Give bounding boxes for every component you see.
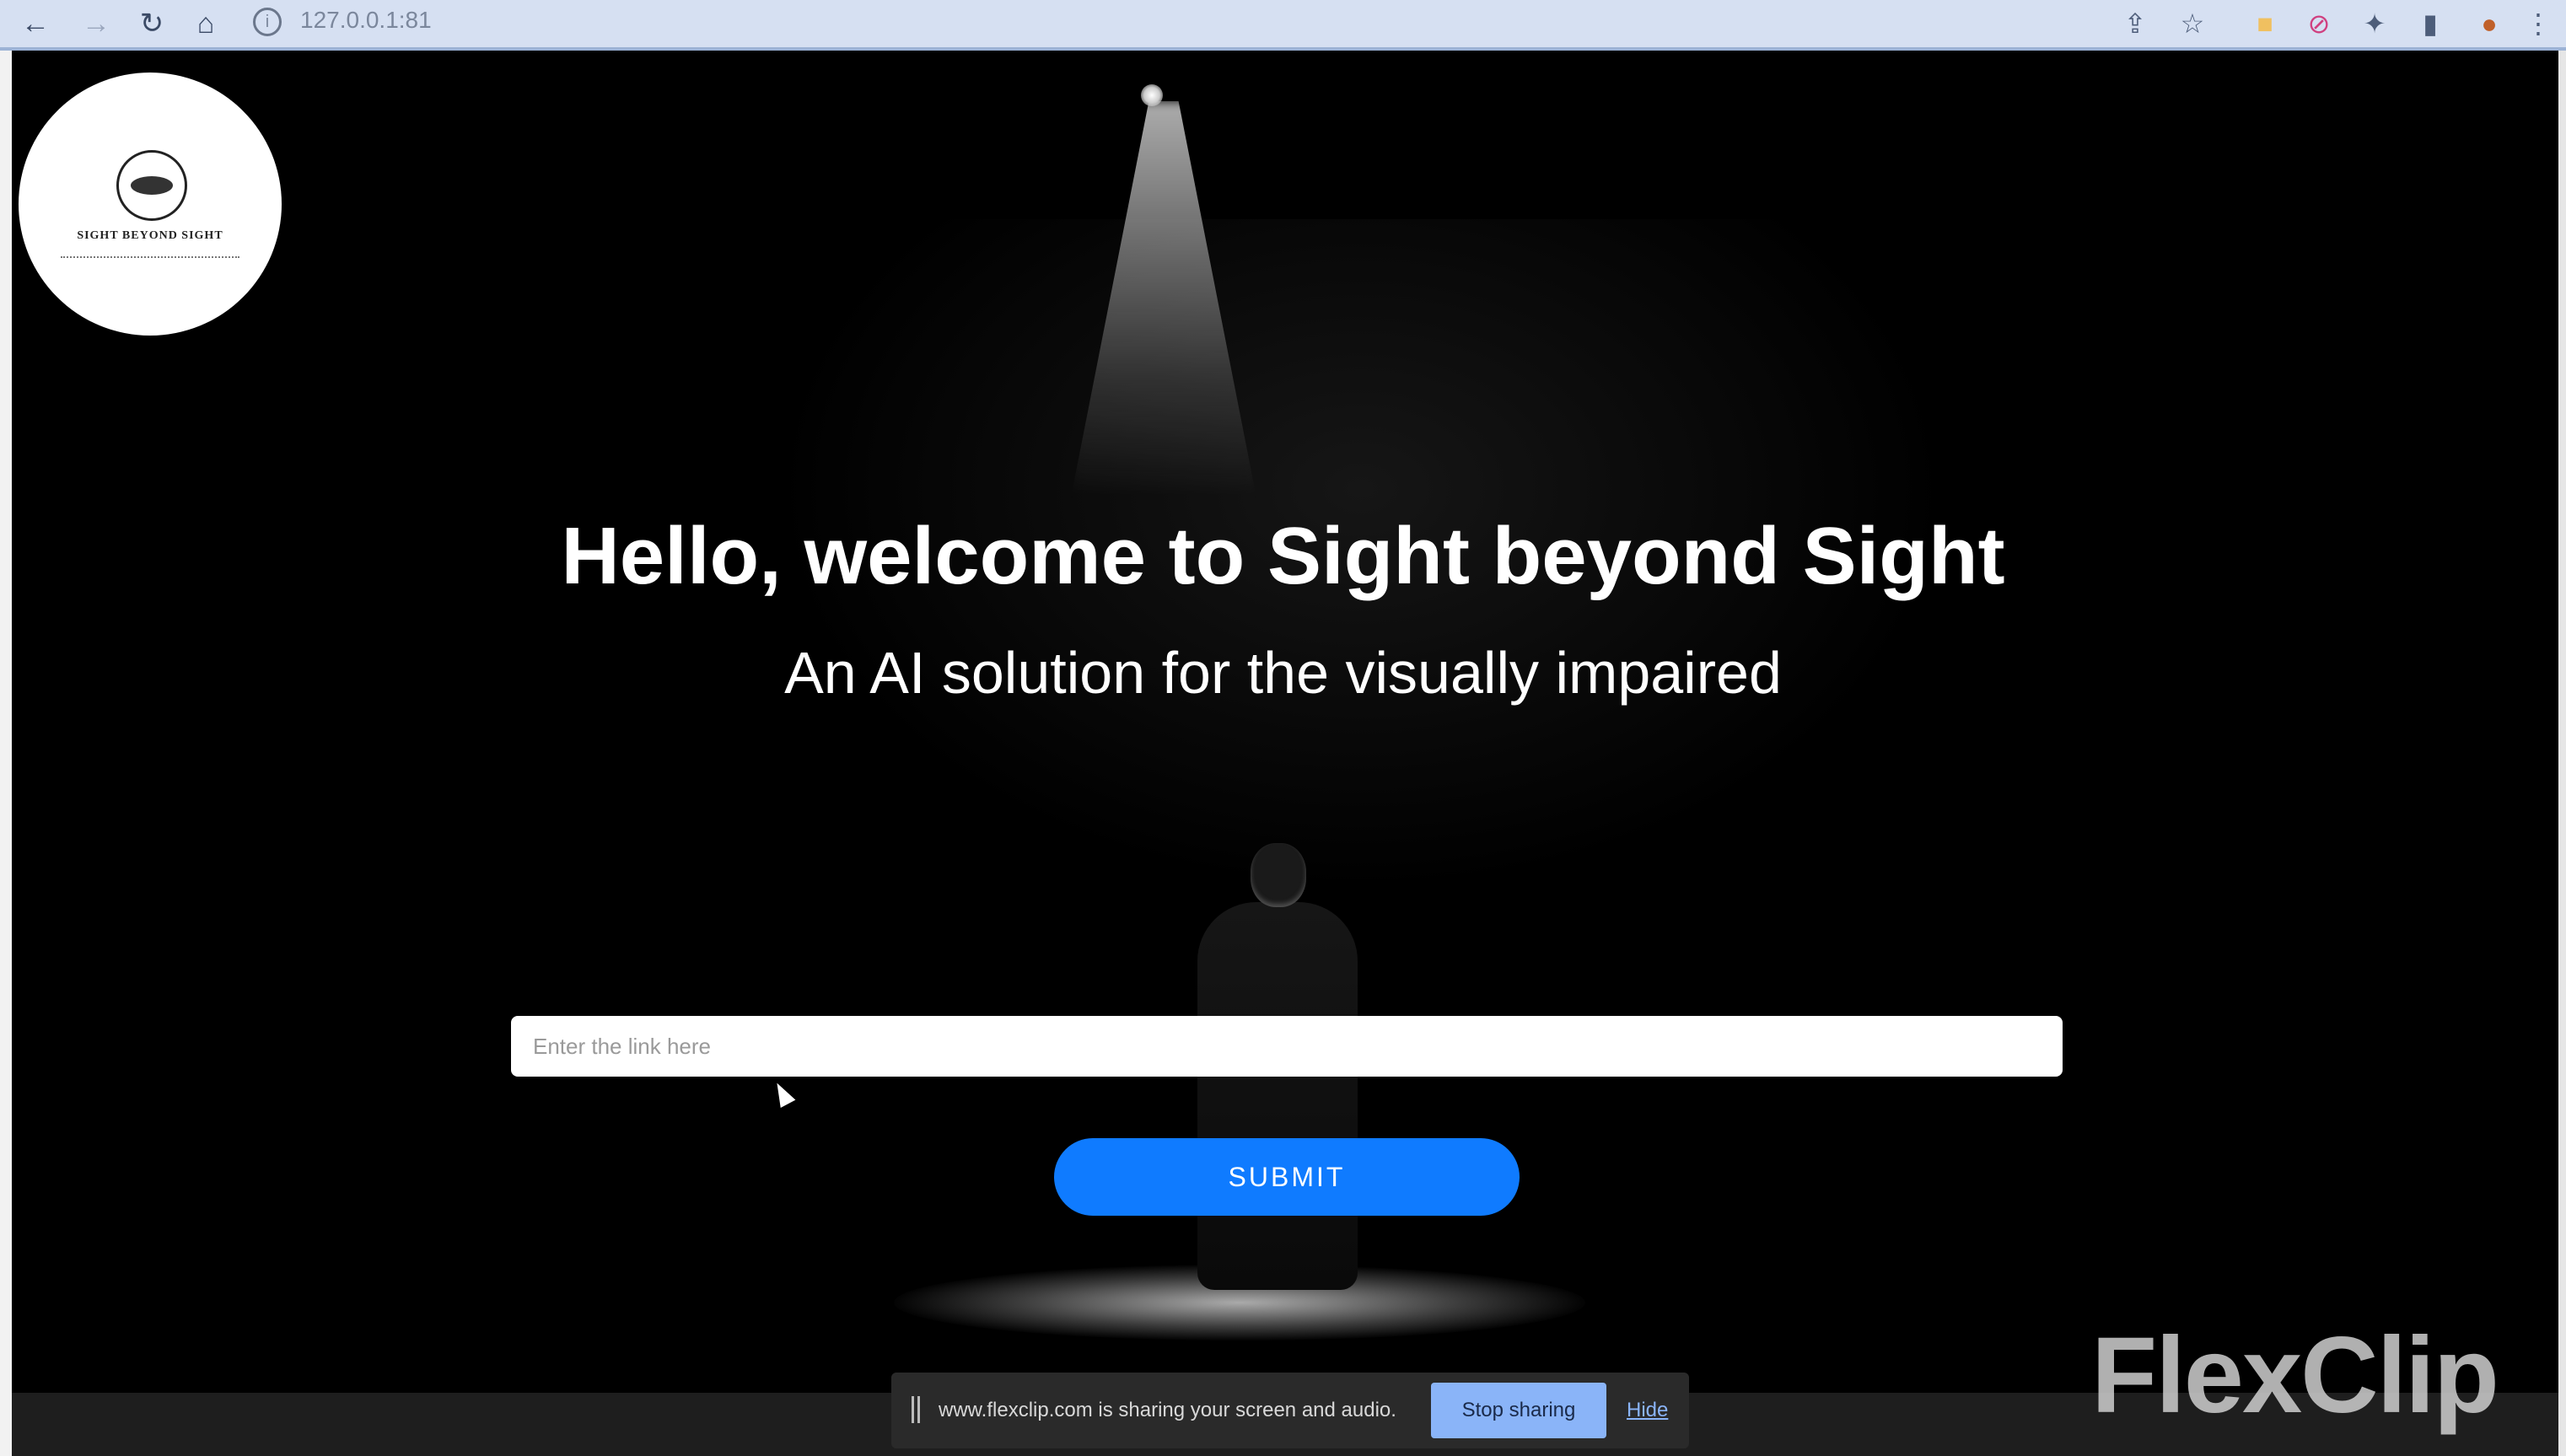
share-message: www.flexclip.com is sharing your screen … <box>939 1399 1396 1421</box>
stop-sharing-button[interactable]: Stop sharing <box>1431 1383 1606 1438</box>
site-logo[interactable]: SIGHT BEYOND SIGHT <box>19 73 282 336</box>
logo-divider <box>61 256 239 261</box>
link-input[interactable] <box>511 1016 2063 1077</box>
address-text: 127.0.0.1:81 <box>300 7 432 33</box>
spotlight-lamp <box>1141 84 1163 106</box>
drag-handle-icon[interactable] <box>912 1396 920 1423</box>
logo-text: SIGHT BEYOND SIGHT <box>77 229 223 242</box>
puzzle-icon[interactable]: ✦ <box>2358 7 2391 40</box>
screen-share-bar: www.flexclip.com is sharing your screen … <box>891 1373 1689 1448</box>
menu-kebab-icon[interactable]: ⋮ <box>2521 7 2555 40</box>
block-extension-icon[interactable]: ⊘ <box>2302 7 2336 40</box>
silhouette-head <box>1251 843 1306 907</box>
page-title: Hello, welcome to Sight beyond Sight <box>561 511 2005 601</box>
home-icon[interactable]: ⌂ <box>187 5 224 42</box>
silhouette-body <box>1197 902 1358 1290</box>
address-bar[interactable]: i 127.0.0.1:81 <box>253 3 432 37</box>
eye-icon <box>116 150 187 221</box>
submit-button[interactable]: SUBMIT <box>1054 1138 1520 1216</box>
extension-icon[interactable]: ■ <box>2248 7 2282 40</box>
window-edge-left <box>0 51 12 1456</box>
browser-toolbar: ← → ↻ ⌂ i 127.0.0.1:81 ⇪ ☆ ■ ⊘ ✦ ▮ ● ⋮ <box>0 0 2566 51</box>
profile-avatar[interactable]: ● <box>2472 7 2506 40</box>
bookmark-star-icon[interactable]: ☆ <box>2176 7 2209 40</box>
side-panel-icon[interactable]: ▮ <box>2413 7 2447 40</box>
site-info-icon[interactable]: i <box>253 7 282 36</box>
hide-link[interactable]: Hide <box>1627 1373 1668 1448</box>
back-icon[interactable]: ← <box>17 5 54 42</box>
share-icon[interactable]: ⇪ <box>2118 7 2152 40</box>
reload-icon[interactable]: ↻ <box>133 5 170 42</box>
flexclip-watermark: FlexClip <box>2091 1315 2499 1436</box>
page-subtitle: An AI solution for the visually impaired <box>784 640 1782 706</box>
forward-icon[interactable]: → <box>78 5 115 42</box>
scrollbar[interactable] <box>2558 51 2566 1456</box>
